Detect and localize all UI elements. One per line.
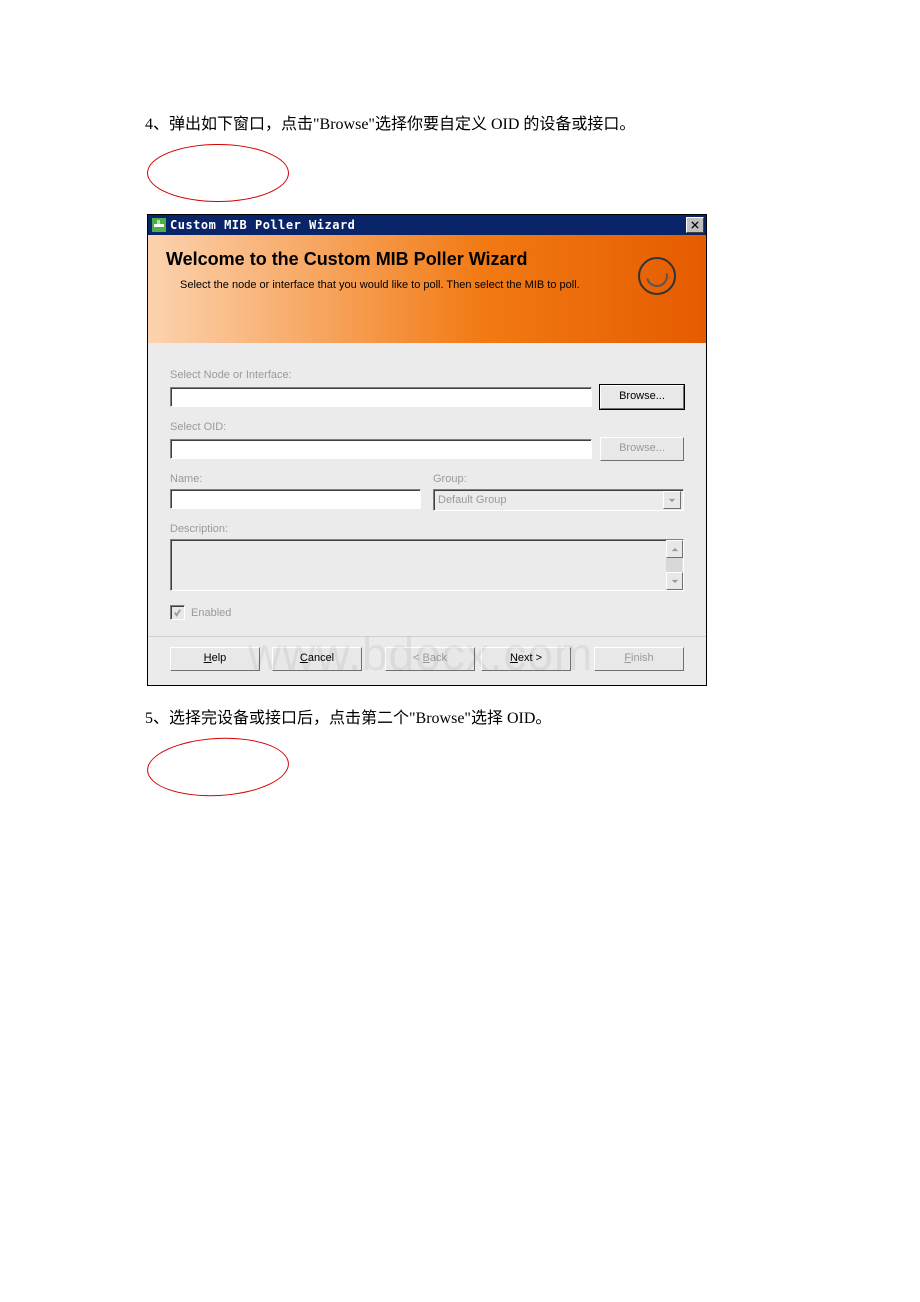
finish-button[interactable]: Finish xyxy=(594,647,684,671)
select-node-row: Browse... xyxy=(170,385,684,409)
cancel-button[interactable]: Cancel xyxy=(272,647,362,671)
name-label: Name: xyxy=(170,473,421,485)
description-label: Description: xyxy=(170,523,684,535)
name-group-row: Name: Group: Default Group xyxy=(170,473,684,511)
select-node-input[interactable] xyxy=(170,387,592,407)
dialog-titlebar: Custom MIB Poller Wizard xyxy=(148,215,706,235)
wizard-header-desc: Select the node or interface that you wo… xyxy=(166,278,580,293)
wizard-body: Select Node or Interface: Browse... Sele… xyxy=(148,343,706,636)
chevron-up-icon xyxy=(671,547,679,552)
solarwinds-logo-icon xyxy=(638,257,676,295)
select-oid-label: Select OID: xyxy=(170,421,684,433)
wizard-header: Welcome to the Custom MIB Poller Wizard … xyxy=(148,235,706,343)
group-select-value: Default Group xyxy=(438,494,506,506)
annotation-oval-1 xyxy=(147,144,289,202)
back-button[interactable]: < Back xyxy=(385,647,475,671)
help-button[interactable]: Help xyxy=(170,647,260,671)
browse-node-button[interactable]: Browse... xyxy=(600,385,684,409)
step-5-text: 5、选择完设备或接口后，点击第二个"Browse"选择 OID。 xyxy=(145,704,870,728)
description-scrollbar[interactable] xyxy=(666,539,684,591)
wizard-header-title: Welcome to the Custom MIB Poller Wizard xyxy=(166,249,688,270)
select-oid-input[interactable] xyxy=(170,439,592,459)
check-icon xyxy=(173,608,182,617)
dropdown-arrow xyxy=(663,491,681,509)
group-label: Group: xyxy=(433,473,684,485)
select-oid-row: Browse... xyxy=(170,437,684,461)
group-select[interactable]: Default Group xyxy=(433,489,684,511)
enabled-label: Enabled xyxy=(191,607,231,619)
wizard-dialog: Custom MIB Poller Wizard Welcome to the … xyxy=(147,214,707,686)
browse-oid-button[interactable]: Browse... xyxy=(600,437,684,461)
app-icon xyxy=(152,218,166,232)
enabled-checkbox[interactable] xyxy=(170,605,185,620)
description-textarea[interactable] xyxy=(170,539,666,591)
document-page: 4、弹出如下窗口，点击"Browse"选择你要自定义 OID 的设备或接口。 C… xyxy=(0,0,920,796)
description-wrap xyxy=(170,539,684,591)
next-button[interactable]: Next > xyxy=(481,647,571,671)
close-button[interactable] xyxy=(686,217,704,233)
scroll-up-button[interactable] xyxy=(666,540,683,558)
wizard-footer: www.bdocx.com Help Cancel < Back Next > … xyxy=(148,636,706,685)
close-icon xyxy=(691,221,699,229)
group-column: Group: Default Group xyxy=(433,473,684,511)
name-column: Name: xyxy=(170,473,421,511)
chevron-down-icon xyxy=(671,579,679,584)
select-node-label: Select Node or Interface: xyxy=(170,369,684,381)
dialog-title: Custom MIB Poller Wizard xyxy=(170,218,686,232)
scroll-down-button[interactable] xyxy=(666,572,683,590)
name-input[interactable] xyxy=(170,489,421,509)
enabled-row: Enabled xyxy=(170,605,684,620)
step-4-text: 4、弹出如下窗口，点击"Browse"选择你要自定义 OID 的设备或接口。 xyxy=(145,110,870,134)
chevron-down-icon xyxy=(668,498,676,503)
annotation-oval-2 xyxy=(146,734,291,799)
